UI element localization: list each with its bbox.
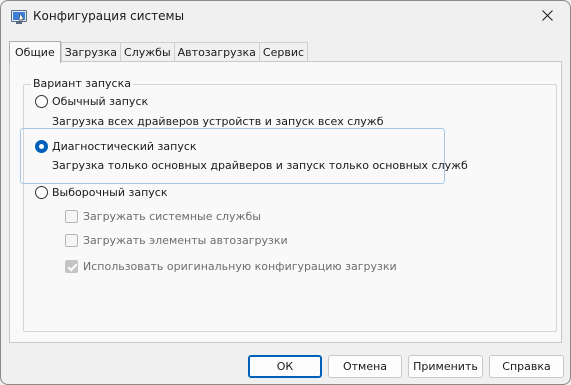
- tab-startup[interactable]: Автозагрузка: [174, 42, 260, 62]
- diagnostic-startup-description: Загрузка только основных драйверов и зап…: [52, 159, 468, 172]
- close-icon: [541, 10, 553, 24]
- group-legend: Вариант запуска: [31, 77, 133, 90]
- load-startup-items-checkbox[interactable]: Загружать элементы автозагрузки: [65, 234, 288, 247]
- normal-startup-label: Обычный запуск: [52, 95, 149, 108]
- load-startup-items-label: Загружать элементы автозагрузки: [83, 234, 288, 247]
- checkbox-box[interactable]: [65, 210, 78, 223]
- diagnostic-startup-radio[interactable]: Диагностический запуск: [35, 140, 197, 153]
- radio-indicator-checked[interactable]: [35, 140, 48, 153]
- diagnostic-startup-label: Диагностический запуск: [52, 140, 197, 153]
- load-system-services-checkbox[interactable]: Загружать системные службы: [65, 210, 261, 223]
- selective-startup-radio[interactable]: Выборочный запуск: [35, 186, 167, 199]
- tab-services[interactable]: Службы: [121, 42, 175, 62]
- normal-startup-radio[interactable]: Обычный запуск: [35, 95, 148, 108]
- title-bar: Конфигурация системы: [1, 1, 570, 33]
- use-original-boot-config-label: Использовать оригинальную конфигурацию з…: [83, 260, 397, 273]
- tab-boot[interactable]: Загрузка: [60, 42, 122, 62]
- ok-button[interactable]: ОК: [248, 355, 322, 378]
- tab-strip: Общие Загрузка Службы Автозагрузка Серви…: [9, 41, 309, 63]
- tab-general[interactable]: Общие: [9, 41, 61, 63]
- radio-indicator[interactable]: [35, 95, 48, 108]
- system-config-window: Конфигурация системы Общие Загрузка Служ…: [0, 0, 571, 385]
- use-original-boot-config-checkbox[interactable]: Использовать оригинальную конфигурацию з…: [65, 260, 397, 273]
- selective-startup-label: Выборочный запуск: [52, 186, 168, 199]
- close-button[interactable]: [524, 1, 570, 33]
- system-config-icon: [11, 10, 27, 24]
- checkbox-box-checked[interactable]: [65, 260, 78, 273]
- checkbox-box[interactable]: [65, 234, 78, 247]
- cancel-button[interactable]: Отмена: [328, 355, 402, 378]
- normal-startup-description: Загрузка всех драйверов устройств и запу…: [52, 115, 384, 128]
- tab-tools[interactable]: Сервис: [259, 42, 309, 62]
- radio-indicator[interactable]: [35, 186, 48, 199]
- apply-button[interactable]: Применить: [408, 355, 483, 378]
- window-title: Конфигурация системы: [33, 9, 185, 23]
- load-system-services-label: Загружать системные службы: [83, 210, 261, 223]
- help-button[interactable]: Справка: [489, 355, 564, 378]
- focus-rectangle: [20, 128, 445, 184]
